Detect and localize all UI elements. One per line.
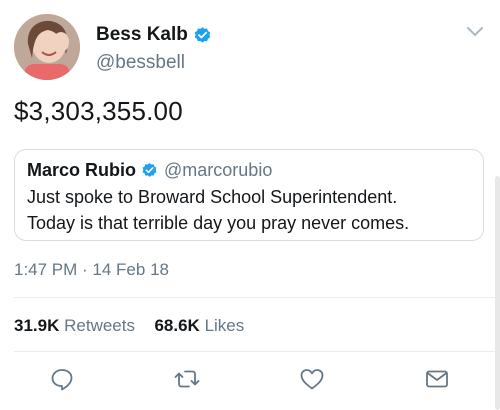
- retweet-icon: [174, 370, 200, 388]
- divider: [14, 351, 500, 352]
- avatar[interactable]: [14, 14, 80, 80]
- share-dm-button[interactable]: [423, 365, 451, 393]
- reply-icon: [51, 369, 73, 391]
- scrollbar[interactable]: [495, 176, 500, 410]
- quoted-text-line-1: Just spoke to Broward School Superintend…: [27, 187, 398, 207]
- likes-count[interactable]: 68.6K: [154, 316, 199, 335]
- profile-photo-icon: [14, 14, 80, 80]
- tweet-timestamp[interactable]: 1:47 PM · 14 Feb 18: [14, 260, 169, 280]
- like-button[interactable]: [298, 365, 326, 393]
- quoted-handle: @marcorubio: [164, 160, 273, 180]
- quoted-tweet[interactable]: Marco Rubio @marcorubio Just spoke to Br…: [14, 149, 484, 241]
- share-dm-icon: [426, 370, 448, 388]
- quoted-text-line-2: Today is that terrible day you pray neve…: [27, 213, 410, 233]
- tweet-stats: 31.9K Retweets 68.6K Likes: [14, 316, 244, 336]
- divider: [14, 297, 500, 298]
- likes-label[interactable]: Likes: [205, 316, 245, 335]
- author-handle[interactable]: @bessbell: [96, 52, 212, 74]
- tweet-text: $3,303,355.00: [14, 96, 183, 126]
- author-display-name[interactable]: Bess Kalb: [96, 24, 188, 46]
- chevron-down-icon[interactable]: [466, 26, 484, 38]
- quoted-display-name: Marco Rubio: [27, 160, 137, 180]
- reply-button[interactable]: [48, 365, 76, 393]
- retweets-label[interactable]: Retweets: [64, 316, 135, 335]
- verified-badge-icon: [142, 163, 157, 177]
- tweet-header: Bess Kalb @bessbell: [14, 14, 486, 84]
- like-icon: [300, 369, 324, 390]
- tweet-actions: [0, 365, 500, 401]
- retweet-button[interactable]: [173, 365, 201, 393]
- retweets-count[interactable]: 31.9K: [14, 316, 59, 335]
- verified-badge-icon: [194, 26, 211, 43]
